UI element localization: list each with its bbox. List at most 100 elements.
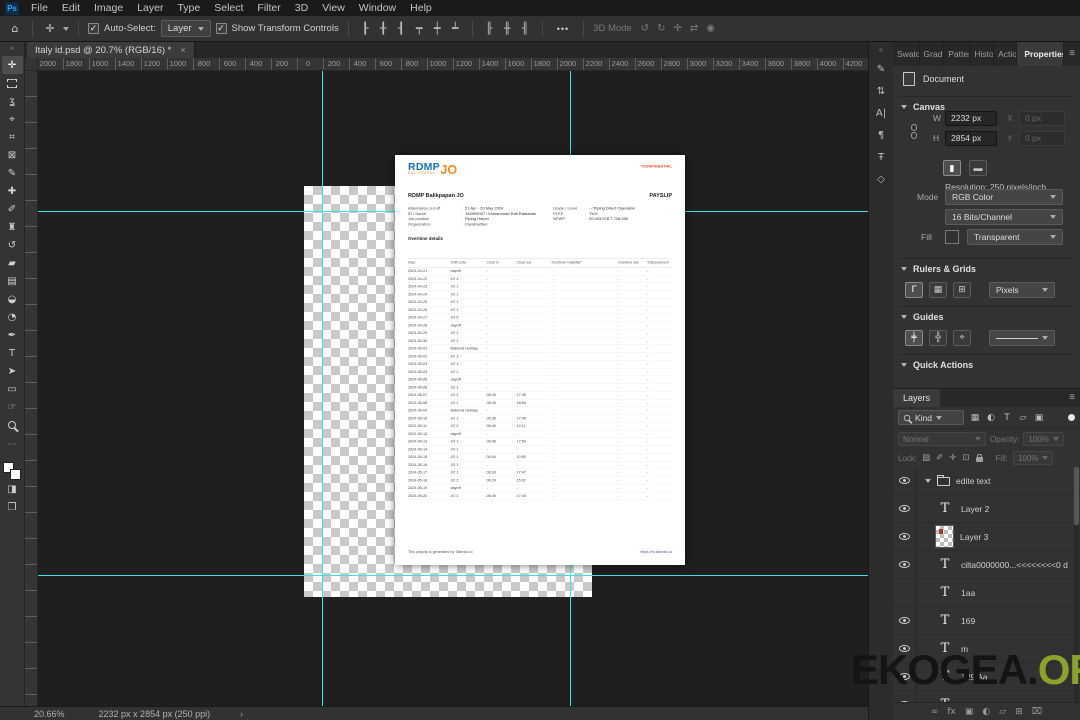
eraser-tool[interactable]: ▰: [2, 254, 23, 272]
layer-row[interactable]: edite text: [893, 467, 1080, 495]
height-field[interactable]: 2854 px: [945, 130, 997, 146]
document-tab[interactable]: Italy id.psd @ 20.7% (RGB/16) * ×: [27, 42, 195, 58]
layer-row[interactable]: T Layer 2: [893, 494, 1080, 523]
bit-depth-dropdown[interactable]: 16 Bits/Channel: [945, 209, 1063, 225]
new-layer-icon[interactable]: ⊞: [1015, 707, 1023, 717]
rectangular-marquee-tool[interactable]: [2, 74, 23, 92]
3d-slide-icon[interactable]: ⇄: [690, 23, 698, 34]
shape-tool[interactable]: ▭: [2, 380, 23, 398]
quick-mask-icon[interactable]: ◨: [2, 480, 23, 498]
align-bottom-icon[interactable]: ┷: [448, 22, 463, 35]
rulers-grids-section-header[interactable]: Rulers & Grids: [893, 264, 1080, 274]
type-tool[interactable]: T: [2, 344, 23, 362]
horizontal-ruler[interactable]: 2000 1800 1600 1400 1200 1000 800 600 400 200 0 200…: [38, 58, 868, 71]
expand-panels-icon[interactable]: «: [879, 44, 883, 58]
menu-view[interactable]: View: [315, 0, 352, 16]
layer-style-icon[interactable]: fx: [947, 707, 956, 717]
new-group-icon[interactable]: ▱: [999, 707, 1006, 717]
menu-type[interactable]: Type: [170, 0, 207, 16]
pen-tool[interactable]: ✒: [2, 326, 23, 344]
brush-tool[interactable]: ✐: [2, 200, 23, 218]
guides-section-header[interactable]: Guides: [893, 312, 1080, 322]
expand-panel-icon[interactable]: »: [10, 42, 14, 56]
layer-row[interactable]: Layer 3: [893, 522, 1080, 551]
3d-pan-icon[interactable]: ✛: [674, 23, 682, 34]
tab-actio[interactable]: Actio: [994, 42, 1018, 66]
blur-tool[interactable]: ◒: [2, 290, 23, 308]
lasso-tool[interactable]: ʓ: [2, 92, 23, 110]
close-icon[interactable]: ×: [180, 45, 185, 55]
gradient-tool[interactable]: ▤: [2, 272, 23, 290]
paragraph-panel-icon[interactable]: ¶: [869, 124, 893, 146]
zoom-tool[interactable]: [2, 416, 23, 434]
auto-select-checkbox[interactable]: ✓: [88, 23, 99, 34]
libraries-panel-icon[interactable]: ◇: [869, 168, 893, 190]
menu-edit[interactable]: Edit: [55, 0, 87, 16]
lock-transparent-pixels-icon[interactable]: ▨: [922, 453, 930, 463]
layer-visibility-toggle[interactable]: [893, 550, 917, 579]
color-mode-dropdown[interactable]: RGB Color: [945, 189, 1063, 205]
menu-window[interactable]: Window: [352, 0, 403, 16]
lock-position-icon[interactable]: ✛: [949, 453, 956, 463]
tab-swatc[interactable]: Swatc: [893, 42, 920, 66]
background-color-swatch[interactable]: [10, 469, 21, 480]
layer-visibility-toggle[interactable]: [893, 606, 917, 635]
align-center-h-icon[interactable]: ╂: [376, 22, 391, 35]
layer-visibility-toggle[interactable]: [893, 522, 917, 551]
delete-layer-icon[interactable]: ⌧: [1032, 707, 1042, 717]
layer-row[interactable]: T 169: [893, 606, 1080, 635]
adjustment-layer-icon[interactable]: ◐: [982, 707, 990, 717]
menu-layer[interactable]: Layer: [130, 0, 170, 16]
tab-patter[interactable]: Patter: [944, 42, 971, 66]
edit-toolbar-icon[interactable]: ⋯: [8, 440, 17, 450]
menu-file[interactable]: File: [24, 0, 55, 16]
fill-field[interactable]: 100%: [1012, 451, 1054, 465]
zoom-level[interactable]: 20.66%: [34, 709, 65, 719]
blend-mode-dropdown[interactable]: Normal: [898, 432, 986, 446]
align-left-icon[interactable]: ┠: [358, 22, 373, 35]
tab-layers[interactable]: Layers: [893, 389, 941, 407]
crop-tool[interactable]: ⌗: [2, 128, 23, 146]
toggle-guides-icon[interactable]: ╪: [905, 330, 923, 346]
foreground-background-colors[interactable]: [3, 462, 21, 480]
toggle-rulers-icon[interactable]: Γ: [905, 282, 923, 298]
toggle-grid-icon[interactable]: ▦: [929, 282, 947, 298]
fill-dropdown[interactable]: Transparent: [967, 229, 1063, 245]
width-field[interactable]: 2232 px: [945, 110, 997, 126]
menu-3d[interactable]: 3D: [288, 0, 315, 16]
brush-settings-panel-icon[interactable]: ✎: [869, 58, 893, 80]
distribute-center-icon[interactable]: ╫: [500, 22, 515, 35]
eyedropper-tool[interactable]: ✎: [2, 164, 23, 182]
type-layer-filter-icon[interactable]: T: [1000, 413, 1014, 423]
3d-camera-icon[interactable]: ◉: [706, 23, 715, 34]
canvas-area[interactable]: *CONFIDENTIAL RDMP BALIKPAPAN JO RDMP Ba…: [38, 71, 868, 706]
layer-row[interactable]: Tcilta0000000...<<<<<<<<0 d: [893, 550, 1080, 579]
link-layers-icon[interactable]: ∞: [931, 707, 939, 717]
dodge-tool[interactable]: ◔: [2, 308, 23, 326]
shape-layer-filter-icon[interactable]: ▱: [1016, 413, 1030, 423]
filter-toggle-icon[interactable]: [1068, 414, 1075, 421]
path-selection-tool[interactable]: ➤: [2, 362, 23, 380]
opacity-field[interactable]: 100%: [1023, 432, 1064, 446]
tab-properties[interactable]: Properties: [1017, 42, 1065, 66]
adjustments-panel-icon[interactable]: ⇅: [869, 80, 893, 102]
tab-gradi[interactable]: Gradi: [920, 42, 945, 66]
layer-visibility-toggle[interactable]: [893, 467, 917, 495]
status-expand-icon[interactable]: ›: [240, 709, 243, 719]
chevron-down-icon[interactable]: [63, 26, 69, 31]
lock-all-icon[interactable]: [975, 454, 983, 462]
frame-tool[interactable]: ⊠: [2, 146, 23, 164]
layer-visibility-toggle[interactable]: [893, 494, 917, 523]
object-selection-tool[interactable]: ⌖: [2, 110, 23, 128]
panel-menu-icon[interactable]: ≡: [1064, 42, 1080, 66]
ruler-units-dropdown[interactable]: Pixels: [989, 282, 1055, 298]
orientation-landscape-icon[interactable]: ▬: [969, 160, 987, 176]
hand-tool[interactable]: ☞: [2, 398, 23, 416]
align-middle-icon[interactable]: ┿: [430, 22, 445, 35]
menu-filter[interactable]: Filter: [250, 0, 287, 16]
fill-swatch[interactable]: [945, 230, 959, 244]
y-field[interactable]: 0 px: [1019, 130, 1065, 146]
move-tool-preset-icon[interactable]: ✛: [42, 22, 58, 35]
3d-roll-icon[interactable]: ↻: [657, 23, 665, 34]
3d-orbit-icon[interactable]: ↺: [641, 23, 649, 34]
